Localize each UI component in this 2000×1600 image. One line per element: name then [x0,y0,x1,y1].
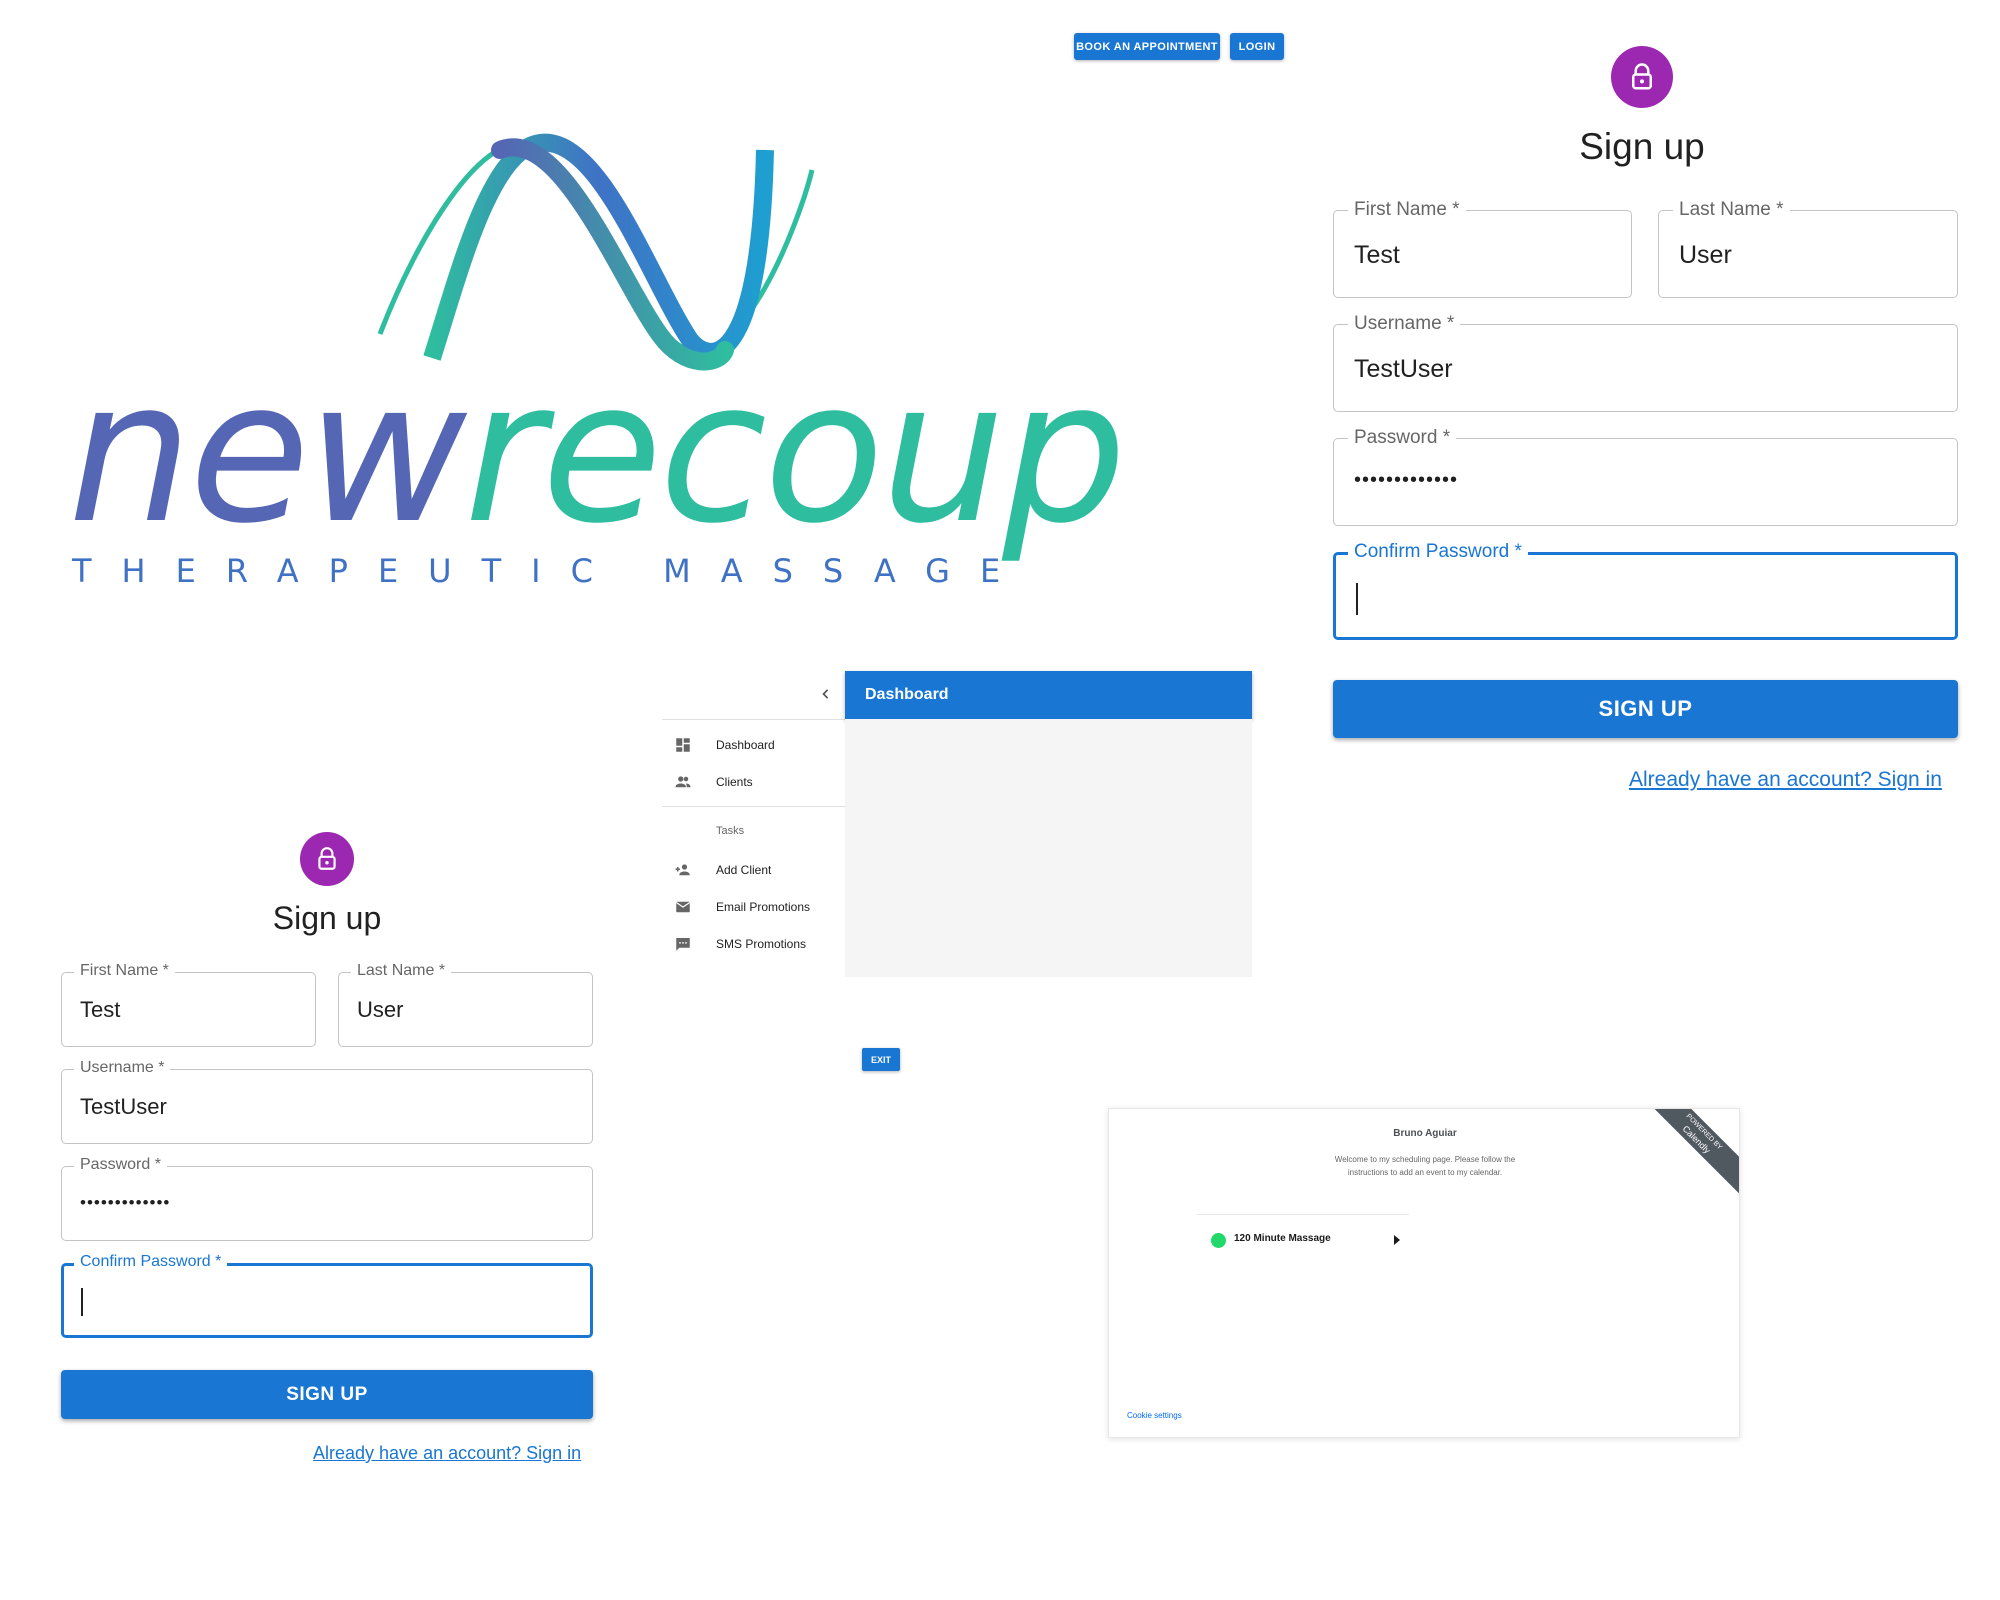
login-button[interactable]: LOGIN [1230,33,1284,60]
sidebar-item-add-client[interactable]: Add Client [662,852,845,888]
lock-icon [1632,63,1652,90]
confirm-password-label: Confirm Password * [1348,541,1528,563]
confirm-password-field[interactable]: Confirm Password * [1333,541,1958,640]
exit-button[interactable]: EXIT [862,1048,900,1071]
divider [662,806,845,807]
password-label: Password * [74,1156,167,1174]
password-label: Password * [1348,427,1457,449]
sidebar-item-label: Clients [716,775,753,789]
dashboard-content [845,719,1252,977]
page-title: Sign up [1579,126,1705,167]
app-bar-title: Dashboard [865,686,949,703]
text-caret [1356,583,1358,615]
password-value: ••••••••••••• [80,1193,171,1212]
signup-button[interactable]: SIGN UP [1333,680,1958,738]
first-name-field[interactable]: First Name * Test [1333,199,1632,298]
lock-icon [318,847,336,870]
brand-word-new: new [68,339,467,567]
last-name-field[interactable]: Last Name * User [338,962,593,1047]
host-name: Bruno Aguiar [1393,1128,1457,1139]
first-name-label: First Name * [1348,199,1466,221]
brand-wordmark: newrecoup [68,355,1127,551]
cookie-settings-link[interactable]: Cookie settings [1127,1411,1182,1420]
first-name-value: Test [80,997,121,1022]
confirm-password-field[interactable]: Confirm Password * [61,1253,593,1338]
divider [1197,1214,1409,1215]
sidebar-item-label: SMS Promotions [716,937,807,951]
calendly-widget: Bruno Aguiar Welcome to my scheduling pa… [1108,1108,1740,1438]
event-label: 120 Minute Massage [1234,1233,1331,1244]
powered-by-badge[interactable]: POWERED BY Calendly [1637,1109,1739,1199]
sms-icon [676,938,690,951]
last-name-value: User [357,997,404,1022]
people-icon [675,776,691,788]
sidebar-item-label: Dashboard [716,738,775,752]
book-appointment-button[interactable]: BOOK AN APPOINTMENT [1074,33,1220,60]
collapse-button[interactable] [816,684,836,704]
sidebar-item-sms-promotions[interactable]: SMS Promotions [662,926,845,962]
first-name-label: First Name * [74,962,175,980]
last-name-field[interactable]: Last Name * User [1658,199,1958,298]
signin-link[interactable]: Already have an account? Sign in [313,1443,581,1464]
lock-avatar [300,832,354,886]
sidebar-item-email-promotions[interactable]: Email Promotions [662,889,845,925]
welcome-text: Welcome to my scheduling page. Please fo… [1334,1155,1516,1177]
caret-right-icon [1394,1235,1400,1245]
text-caret [81,1288,83,1316]
password-field[interactable]: Password * ••••••••••••• [1333,427,1958,526]
lock-avatar [1611,46,1673,108]
dashboard-icon [676,738,690,752]
sidebar-item-label: Email Promotions [716,900,811,914]
first-name-value: Test [1354,241,1400,269]
password-field[interactable]: Password * ••••••••••••• [61,1156,593,1241]
sidebar-item-dashboard[interactable]: Dashboard [662,727,845,763]
brand-tagline: THERAPEUTIC MASSAGE [72,552,1031,590]
username-label: Username * [74,1059,171,1077]
divider [662,719,845,720]
confirm-password-label: Confirm Password * [74,1253,228,1271]
signup-button[interactable]: SIGN UP [61,1370,593,1419]
username-label: Username * [1348,313,1461,335]
password-value: ••••••••••••• [1354,469,1459,491]
brand-word-recoup: recoup [464,339,1126,567]
person-add-icon [675,864,690,876]
username-value: TestUser [80,1094,167,1119]
username-field[interactable]: Username * TestUser [1333,313,1958,412]
last-name-label: Last Name * [351,962,452,980]
username-value: TestUser [1354,355,1453,383]
section-header-tasks: Tasks [716,825,745,837]
sidebar-item-label: Add Client [716,863,772,877]
last-name-label: Last Name * [1673,199,1790,221]
event-color-dot-icon [1211,1233,1226,1248]
signin-link[interactable]: Already have an account? Sign in [1629,768,1942,792]
page-title: Sign up [272,900,382,936]
mail-icon [675,901,691,913]
username-field[interactable]: Username * TestUser [61,1059,593,1144]
chevron-left-icon [822,689,829,699]
app-bar: Dashboard [845,671,1252,719]
last-name-value: User [1679,241,1732,269]
sidebar-item-clients[interactable]: Clients [662,764,845,800]
first-name-field[interactable]: First Name * Test [61,962,316,1047]
